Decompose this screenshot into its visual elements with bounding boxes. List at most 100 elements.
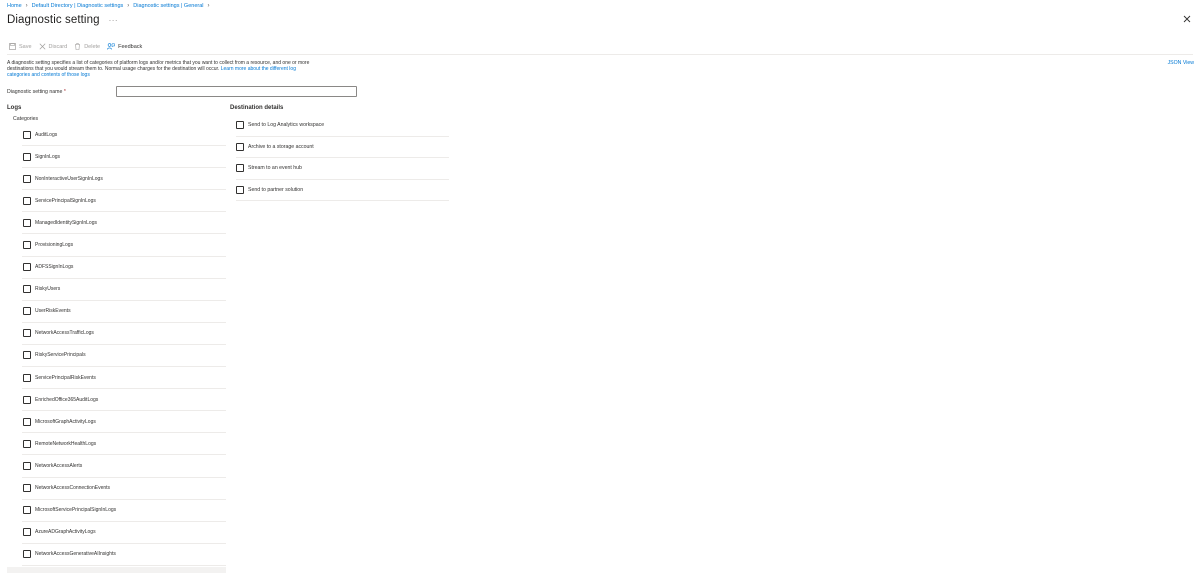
category-label: MicrosoftGraphActivityLogs <box>35 418 96 425</box>
logs-heading: Logs <box>7 105 22 111</box>
category-networkaccesstrafficlogs[interactable]: NetworkAccessTrafficLogs <box>22 323 226 345</box>
discard-icon <box>39 43 45 50</box>
title-row: Diagnostic setting ··· <box>7 14 118 26</box>
destination-event-hub[interactable]: Stream to an event hub <box>236 158 449 180</box>
checkbox[interactable] <box>23 263 31 272</box>
category-list-overflow <box>7 567 226 573</box>
checkbox[interactable] <box>236 185 244 194</box>
category-serviceprincipalsigninlogs[interactable]: ServicePrincipalSignInLogs <box>22 190 226 213</box>
description-text: A diagnostic setting specifies a list of… <box>7 60 317 79</box>
checkbox[interactable] <box>236 142 244 151</box>
category-networkaccessgenerativeaiinsights[interactable]: NetworkAccessGenerativeAIInsights <box>22 544 226 566</box>
trash-icon <box>75 43 81 50</box>
checkbox[interactable] <box>23 439 31 448</box>
checkbox[interactable] <box>23 241 31 250</box>
required-mark: * <box>63 88 66 95</box>
chevron-right-icon: › <box>207 3 210 9</box>
checkbox[interactable] <box>23 307 31 316</box>
checkbox[interactable] <box>23 528 31 537</box>
category-label: ProvisioningLogs <box>35 242 74 249</box>
close-icon[interactable] <box>1183 15 1191 23</box>
category-riskyusers[interactable]: RiskyUsers <box>22 279 226 301</box>
category-label: ManagedIdentitySignInLogs <box>35 219 97 226</box>
checkbox[interactable] <box>23 373 31 382</box>
category-riskyserviceprincipals[interactable]: RiskyServicePrincipals <box>22 345 226 368</box>
category-label: AzureADGraphActivityLogs <box>35 529 96 536</box>
checkbox[interactable] <box>236 164 244 173</box>
destination-partner-solution[interactable]: Send to partner solution <box>236 180 449 201</box>
setting-name-input[interactable] <box>116 86 357 97</box>
checkbox[interactable] <box>23 196 31 205</box>
checkbox[interactable] <box>23 285 31 294</box>
setting-name-label: Diagnostic setting name * <box>7 89 116 95</box>
category-label: UserRiskEvents <box>35 308 71 315</box>
checkbox[interactable] <box>23 174 31 183</box>
delete-button[interactable]: Delete <box>74 43 100 50</box>
category-remotenetworkhealthlogs[interactable]: RemoteNetworkHealthLogs <box>22 433 226 456</box>
checkbox[interactable] <box>23 506 31 515</box>
destination-storage-account[interactable]: Archive to a storage account <box>236 137 449 158</box>
category-signinlogs[interactable]: SignInLogs <box>22 146 226 169</box>
checkbox[interactable] <box>23 329 31 338</box>
category-label: EnrichedOffice365AuditLogs <box>35 396 99 403</box>
category-label: MicrosoftServicePrincipalSignInLogs <box>35 507 117 514</box>
checkbox[interactable] <box>23 395 31 404</box>
save-button[interactable]: Save <box>9 43 32 50</box>
category-label: RiskyUsers <box>35 286 61 293</box>
save-icon <box>9 43 16 50</box>
breadcrumb-diagnostic-settings-general[interactable]: Diagnostic settings | General <box>133 3 203 10</box>
discard-label: Discard <box>48 43 68 50</box>
category-userriskevents[interactable]: UserRiskEvents <box>22 301 226 323</box>
delete-label: Delete <box>84 43 101 50</box>
setting-name-label-text: Diagnostic setting name <box>7 88 63 95</box>
category-label: NetworkAccessAlerts <box>35 462 83 469</box>
category-microsoftserviceprincipalsigninlogs[interactable]: MicrosoftServicePrincipalSignInLogs <box>22 500 226 522</box>
category-list: AuditLogs SignInLogs NonInteractiveUserS… <box>22 124 226 566</box>
checkbox[interactable] <box>23 484 31 493</box>
category-noninteractiveusersigninlogs[interactable]: NonInteractiveUserSignInLogs <box>22 168 226 191</box>
category-label: ServicePrincipalSignInLogs <box>35 197 96 204</box>
checkbox[interactable] <box>23 461 31 470</box>
category-label: RiskyServicePrincipals <box>35 352 86 359</box>
category-auditlogs[interactable]: AuditLogs <box>22 124 226 147</box>
destination-label: Stream to an event hub <box>248 165 302 172</box>
checkbox[interactable] <box>23 417 31 426</box>
checkbox[interactable] <box>23 351 31 360</box>
category-label: NetworkAccessGenerativeAIInsights <box>35 551 116 558</box>
category-serviceprincipalriskevents[interactable]: ServicePrincipalRiskEvents <box>22 367 226 390</box>
breadcrumb-default-directory[interactable]: Default Directory | Diagnostic settings <box>32 3 124 10</box>
command-bar: Save Discard Delete Feedback <box>9 42 149 51</box>
category-enrichedoffice365auditlogs[interactable]: EnrichedOffice365AuditLogs <box>22 389 226 412</box>
chevron-right-icon: › <box>127 3 130 9</box>
category-label: AuditLogs <box>35 131 58 138</box>
checkbox[interactable] <box>23 152 31 161</box>
category-networkaccessconnectionevents[interactable]: NetworkAccessConnectionEvents <box>22 478 226 500</box>
checkbox[interactable] <box>23 218 31 227</box>
category-label: ServicePrincipalRiskEvents <box>35 374 96 381</box>
checkbox[interactable] <box>23 130 31 139</box>
category-provisioninglogs[interactable]: ProvisioningLogs <box>22 234 226 257</box>
category-azureadgraphactivitylogs[interactable]: AzureADGraphActivityLogs <box>22 522 226 544</box>
category-label: SignInLogs <box>35 153 61 160</box>
breadcrumb: Home › Default Directory | Diagnostic se… <box>7 3 214 10</box>
feedback-icon <box>107 43 115 50</box>
checkbox[interactable] <box>236 121 244 130</box>
setting-name-row: Diagnostic setting name * <box>7 86 357 97</box>
category-managedidentitysigninlogs[interactable]: ManagedIdentitySignInLogs <box>22 212 226 235</box>
breadcrumb-home[interactable]: Home <box>7 3 22 10</box>
destination-label: Send to partner solution <box>248 186 304 193</box>
category-adfssigninlogs[interactable]: ADFSSignInLogs <box>22 257 226 279</box>
categories-label: Categories <box>13 116 39 122</box>
destination-log-analytics[interactable]: Send to Log Analytics workspace <box>236 115 449 137</box>
chevron-right-icon: › <box>25 3 28 9</box>
category-networkaccessalerts[interactable]: NetworkAccessAlerts <box>22 455 226 478</box>
category-microsoftgraphactivitylogs[interactable]: MicrosoftGraphActivityLogs <box>22 411 226 434</box>
feedback-button[interactable]: Feedback <box>107 43 142 50</box>
discard-button[interactable]: Discard <box>39 43 68 50</box>
destination-label: Send to Log Analytics workspace <box>248 122 325 129</box>
json-view-link[interactable]: JSON View <box>1168 60 1194 66</box>
checkbox[interactable] <box>23 550 31 559</box>
toolbar-divider <box>7 54 1193 55</box>
more-options-icon[interactable]: ··· <box>109 16 119 25</box>
category-label: NetworkAccessConnectionEvents <box>35 485 111 492</box>
